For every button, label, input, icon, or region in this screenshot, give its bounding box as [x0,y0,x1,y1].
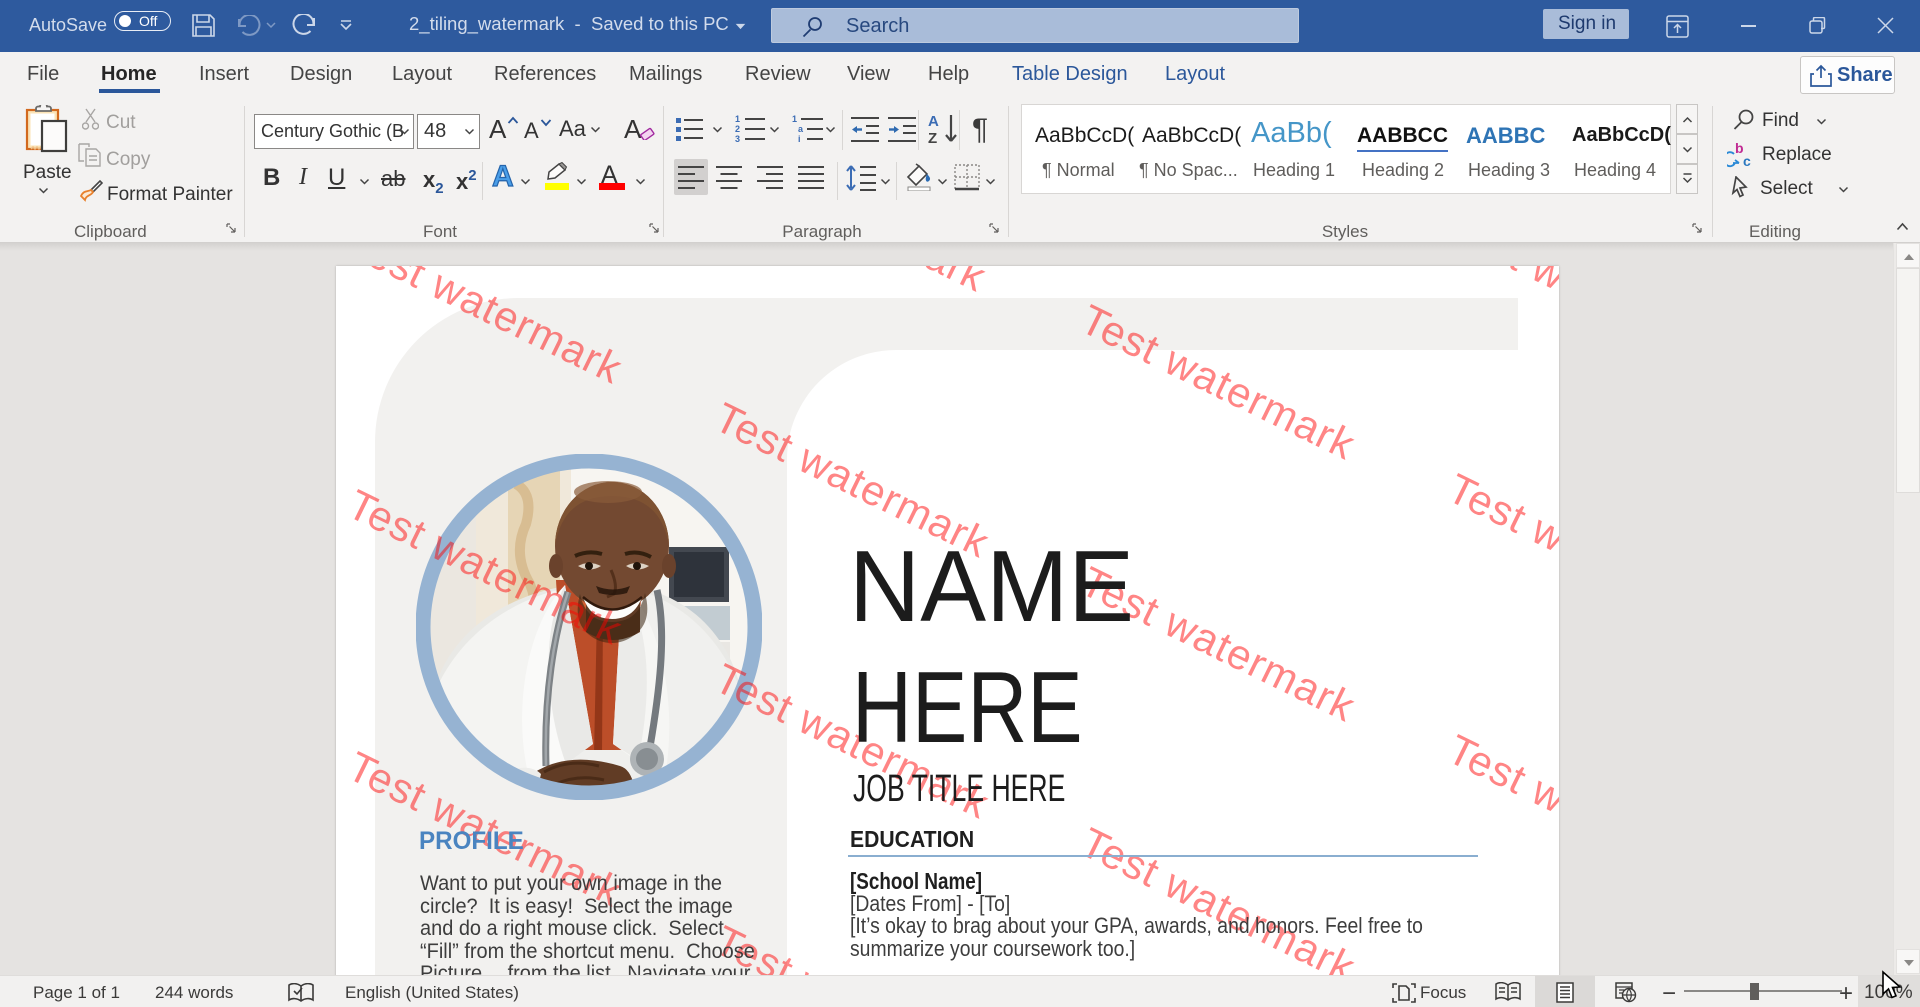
svg-text:1: 1 [792,114,797,124]
svg-text:Z: Z [928,130,937,145]
svg-text:1: 1 [735,114,740,124]
svg-text:a: a [798,124,804,134]
svg-text:2: 2 [735,124,740,134]
svg-text:c: c [1743,153,1751,168]
svg-text:3: 3 [735,134,740,144]
svg-text:A: A [928,113,939,130]
svg-text:i: i [798,134,801,144]
